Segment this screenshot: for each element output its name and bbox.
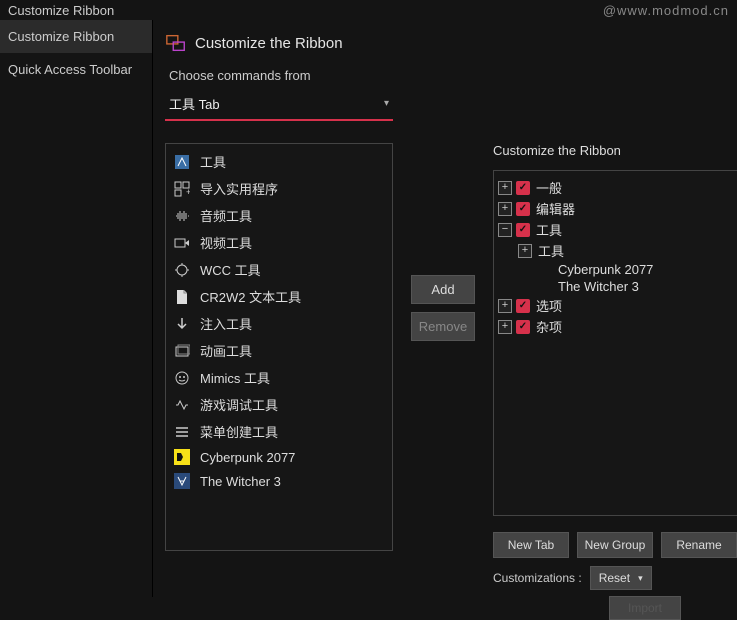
chevron-down-icon: ▾ <box>384 98 389 109</box>
add-button[interactable]: Add <box>411 275 475 304</box>
cp-icon <box>174 449 190 465</box>
list-item-label: CR2W2 文本工具 <box>200 287 301 306</box>
file-icon <box>174 289 190 305</box>
wcc-icon <box>174 262 190 278</box>
new-tab-button[interactable]: New Tab <box>493 532 569 558</box>
video-icon <box>174 235 190 251</box>
list-item-label: Cyberpunk 2077 <box>200 450 295 465</box>
choose-combobox[interactable]: 工具 Tab ▾ <box>165 89 393 121</box>
list-item[interactable]: 音频工具 <box>166 202 392 229</box>
ribbon-tree[interactable]: +✓一般 +✓编辑器 −✓工具 +工具 Cyberpunk 2077 The W… <box>493 170 737 516</box>
new-group-button[interactable]: New Group <box>577 532 653 558</box>
inject-icon <box>174 316 190 332</box>
sidebar-item-customize-ribbon[interactable]: Customize Ribbon <box>0 20 152 53</box>
ribbon-icon <box>165 32 187 54</box>
tool-icon <box>174 154 190 170</box>
audio-icon <box>174 208 190 224</box>
list-item-label: Mimics 工具 <box>200 368 270 387</box>
tree-item[interactable]: + ✓ 编辑器 <box>498 198 733 219</box>
sidebar-item-quick-access-toolbar[interactable]: Quick Access Toolbar <box>0 53 152 86</box>
list-item[interactable]: 游戏调试工具 <box>166 391 392 418</box>
reset-label: Reset <box>599 571 630 585</box>
page-title: Customize the Ribbon <box>195 35 343 52</box>
anim-icon <box>174 343 190 359</box>
choose-value: 工具 Tab <box>169 94 220 113</box>
chevron-down-icon: ▾ <box>638 573 643 584</box>
tree-label: 一般 <box>534 178 562 197</box>
tree-label: 杂项 <box>534 317 562 336</box>
content: Customize the Ribbon Choose commands fro… <box>153 20 737 597</box>
expand-icon[interactable]: + <box>498 202 512 216</box>
list-item-label: WCC 工具 <box>200 260 261 279</box>
sidebar: Customize Ribbon Quick Access Toolbar <box>0 20 153 597</box>
tree-label: 编辑器 <box>534 199 575 218</box>
expand-icon[interactable]: + <box>498 320 512 334</box>
tw-icon <box>174 473 190 489</box>
expand-icon[interactable]: + <box>518 244 532 258</box>
tree-item[interactable]: + ✓ 杂项 <box>498 316 733 337</box>
mimics-icon <box>174 370 190 386</box>
command-list[interactable]: 工具 + 导入实用程序 音频工具 视频工具 WCC 工具 CR2W2 文本工具 注… <box>165 143 393 551</box>
tree-label: The Witcher 3 <box>556 279 639 294</box>
list-item-label: 游戏调试工具 <box>200 395 278 414</box>
tree-item[interactable]: + ✓ 选项 <box>498 295 733 316</box>
blank <box>538 263 552 277</box>
customizations-label: Customizations : <box>493 571 582 585</box>
list-item[interactable]: CR2W2 文本工具 <box>166 283 392 310</box>
list-item-label: The Witcher 3 <box>200 474 281 489</box>
list-item-label: 音频工具 <box>200 206 252 225</box>
list-item[interactable]: WCC 工具 <box>166 256 392 283</box>
list-item[interactable]: Mimics 工具 <box>166 364 392 391</box>
checkbox[interactable]: ✓ <box>516 320 530 334</box>
tree-label: Cyberpunk 2077 <box>556 262 653 277</box>
list-item[interactable]: The Witcher 3 <box>166 469 392 493</box>
collapse-icon[interactable]: − <box>498 223 512 237</box>
right-title: Customize the Ribbon <box>493 143 737 158</box>
menu-icon <box>174 424 190 440</box>
choose-label: Choose commands from <box>169 68 737 83</box>
tree-item[interactable]: −✓ 工具 <box>498 219 733 240</box>
tree-label: 选项 <box>534 296 562 315</box>
remove-button[interactable]: Remove <box>411 312 475 341</box>
list-item[interactable]: 注入工具 <box>166 310 392 337</box>
list-item-label: 菜单创建工具 <box>200 422 278 441</box>
list-item[interactable]: 视频工具 <box>166 229 392 256</box>
svg-text:+: + <box>186 187 190 197</box>
blank <box>538 280 552 294</box>
list-item[interactable]: 菜单创建工具 <box>166 418 392 445</box>
list-item-label: 动画工具 <box>200 341 252 360</box>
expand-icon[interactable]: + <box>498 299 512 313</box>
list-item-label: 工具 <box>200 152 226 171</box>
window-title: Customize Ribbon <box>8 3 114 18</box>
import-button[interactable]: Import <box>609 596 681 620</box>
tree-item[interactable]: The Witcher 3 <box>538 278 733 295</box>
checkbox[interactable]: ✓ <box>516 223 530 237</box>
import-icon: + <box>174 181 190 197</box>
tree-label: 工具 <box>534 220 562 239</box>
debug-icon <box>174 397 190 413</box>
list-item[interactable]: Cyberpunk 2077 <box>166 445 392 469</box>
list-item[interactable]: 工具 <box>166 148 392 175</box>
checkbox[interactable]: ✓ <box>516 181 530 195</box>
checkbox[interactable]: ✓ <box>516 202 530 216</box>
expand-icon[interactable]: + <box>498 181 512 195</box>
list-item-label: 导入实用程序 <box>200 179 278 198</box>
tree-item[interactable]: Cyberpunk 2077 <box>538 261 733 278</box>
list-item-label: 视频工具 <box>200 233 252 252</box>
watermark: @www.modmod.cn <box>603 3 729 18</box>
checkbox[interactable]: ✓ <box>516 299 530 313</box>
list-item[interactable]: 动画工具 <box>166 337 392 364</box>
list-item[interactable]: + 导入实用程序 <box>166 175 392 202</box>
rename-button[interactable]: Rename <box>661 532 737 558</box>
tree-label: 工具 <box>536 241 564 260</box>
tree-item[interactable]: + 工具 <box>518 240 733 261</box>
reset-dropdown[interactable]: Reset ▾ <box>590 566 652 590</box>
list-item-label: 注入工具 <box>200 314 252 333</box>
tree-item[interactable]: + ✓ 一般 <box>498 177 733 198</box>
